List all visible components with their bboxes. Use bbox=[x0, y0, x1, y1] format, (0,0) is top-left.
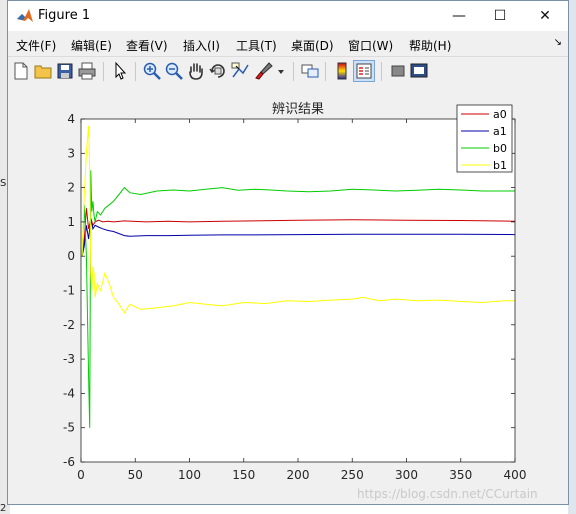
background-strip-right bbox=[568, 0, 576, 514]
rotate-3d-icon[interactable] bbox=[207, 60, 229, 82]
brush-dropdown-icon[interactable] bbox=[276, 60, 286, 82]
legend-label-b0: b0 bbox=[493, 142, 507, 155]
x-tick-label: 400 bbox=[504, 468, 527, 482]
x-tick-label: 200 bbox=[287, 468, 310, 482]
data-cursor-icon[interactable] bbox=[229, 60, 251, 82]
toolbar-separator bbox=[293, 62, 294, 81]
menu-file[interactable]: 文件(F) bbox=[16, 37, 56, 54]
y-tick-label: -2 bbox=[63, 318, 75, 332]
pointer-icon[interactable] bbox=[109, 60, 131, 82]
y-tick-label: -1 bbox=[63, 284, 75, 298]
legend-label-b1: b1 bbox=[493, 159, 507, 172]
plot-area bbox=[81, 119, 515, 462]
close-button[interactable]: ✕ bbox=[531, 5, 559, 27]
show-plot-tools-icon[interactable] bbox=[408, 60, 430, 82]
open-file-icon[interactable] bbox=[32, 60, 54, 82]
matlab-logo-icon bbox=[17, 9, 33, 22]
x-tick-label: 350 bbox=[449, 468, 472, 482]
menu-window[interactable]: 窗口(W) bbox=[348, 37, 393, 54]
hide-plot-tools-icon[interactable] bbox=[387, 60, 409, 82]
menu-tools[interactable]: 工具(T) bbox=[236, 37, 277, 54]
toolbar-separator bbox=[103, 62, 104, 81]
zoom-in-icon[interactable] bbox=[141, 60, 163, 82]
x-tick-label: 0 bbox=[77, 468, 85, 482]
x-tick-label: 100 bbox=[178, 468, 201, 482]
y-tick-label: 3 bbox=[67, 146, 75, 160]
x-tick-label: 150 bbox=[232, 468, 255, 482]
y-tick-label: 1 bbox=[67, 215, 75, 229]
menu-bar: 文件(F) 编辑(E) 查看(V) 插入(I) 工具(T) 桌面(D) 窗口(W… bbox=[8, 33, 568, 55]
background-text: S bbox=[0, 178, 7, 189]
pan-icon[interactable] bbox=[185, 60, 207, 82]
toolbar-separator bbox=[381, 62, 382, 81]
brush-icon[interactable] bbox=[253, 60, 275, 82]
y-tick-label: -4 bbox=[63, 386, 75, 400]
watermark-text: https://blog.csdn.net/CCurtain bbox=[357, 487, 538, 501]
minimize-button[interactable]: — bbox=[445, 5, 473, 27]
y-tick-label: -3 bbox=[63, 352, 75, 366]
toolbar-separator bbox=[325, 62, 326, 81]
toolbar bbox=[8, 56, 568, 87]
title-bar: Figure 1 — ☐ ✕ bbox=[8, 1, 568, 31]
x-tick-label: 300 bbox=[395, 468, 418, 482]
save-icon[interactable] bbox=[54, 60, 76, 82]
toolbar-separator bbox=[135, 62, 136, 81]
y-tick-label: -6 bbox=[63, 455, 75, 469]
window-title: Figure 1 bbox=[38, 8, 91, 23]
y-tick-label: 2 bbox=[67, 181, 75, 195]
maximize-button[interactable]: ☐ bbox=[486, 5, 514, 27]
y-tick-label: -5 bbox=[63, 421, 75, 435]
menu-desktop[interactable]: 桌面(D) bbox=[291, 37, 334, 54]
legend-icon[interactable] bbox=[353, 60, 375, 82]
print-icon[interactable] bbox=[76, 60, 98, 82]
menu-insert[interactable]: 插入(I) bbox=[183, 37, 220, 54]
chart-title: 辨识结果 bbox=[272, 102, 324, 117]
legend-label-a1: a1 bbox=[493, 125, 507, 138]
line-chart[interactable]: 0 50 100 150 200 250 300 350 400 4 3 2 1 0 -1 -2 -3 -4 -5 -… bbox=[8, 89, 569, 505]
zoom-out-icon[interactable] bbox=[163, 60, 185, 82]
menu-view[interactable]: 查看(V) bbox=[126, 37, 168, 54]
figure-canvas[interactable]: 0 50 100 150 200 250 300 350 400 4 3 2 1 0 -1 -2 -3 -4 -5 -… bbox=[8, 89, 569, 505]
x-tick-label: 50 bbox=[128, 468, 143, 482]
figure-window: Figure 1 — ☐ ✕ 文件(F) 编辑(E) 查看(V) 插入(I) 工… bbox=[7, 0, 569, 505]
link-plot-icon[interactable] bbox=[299, 60, 321, 82]
x-tick-label: 250 bbox=[341, 468, 364, 482]
dock-figure-icon[interactable]: ↘ bbox=[554, 37, 562, 48]
menu-help[interactable]: 帮助(H) bbox=[409, 37, 451, 54]
y-tick-label: 4 bbox=[67, 112, 75, 126]
new-figure-icon[interactable] bbox=[10, 60, 32, 82]
menu-edit[interactable]: 编辑(E) bbox=[71, 37, 112, 54]
y-tick-label: 0 bbox=[67, 249, 75, 263]
legend-label-a0: a0 bbox=[493, 108, 507, 121]
colorbar-icon[interactable] bbox=[331, 60, 353, 82]
background-text: 2 bbox=[0, 503, 7, 514]
